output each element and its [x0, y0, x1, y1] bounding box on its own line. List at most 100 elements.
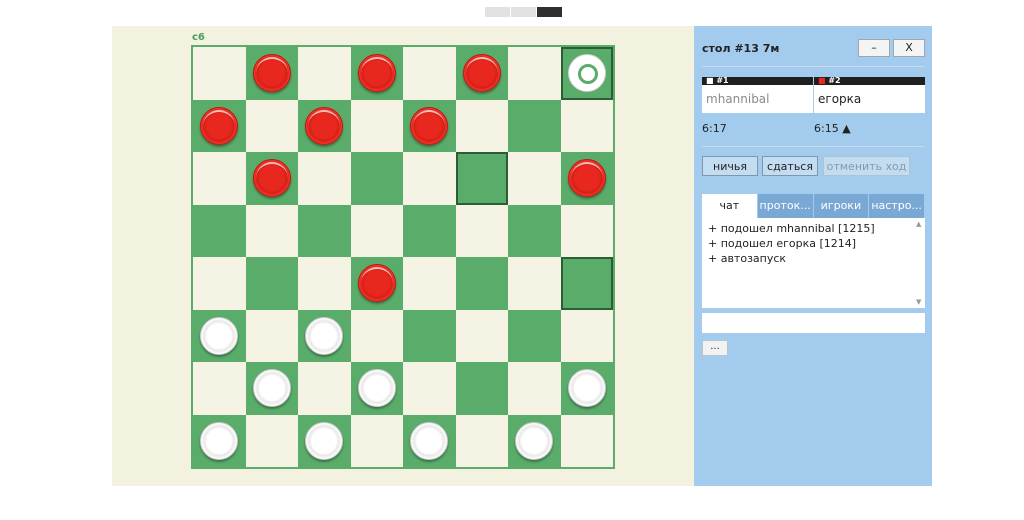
- board-square[interactable]: [193, 309, 246, 362]
- red-checker-piece[interactable]: [567, 159, 606, 197]
- close-button[interactable]: X: [893, 39, 925, 57]
- draw-button[interactable]: ничья: [702, 156, 758, 176]
- chat-scrollbar[interactable]: ▲ ▼: [915, 218, 925, 308]
- board-square[interactable]: [245, 362, 298, 415]
- board-square[interactable]: [350, 152, 403, 205]
- red-checker-piece[interactable]: [200, 106, 238, 145]
- board-square[interactable]: [350, 204, 403, 257]
- board-square[interactable]: [298, 204, 351, 257]
- white-checker-piece[interactable]: [305, 316, 343, 355]
- board-square[interactable]: [298, 257, 351, 310]
- board-square[interactable]: [403, 47, 456, 100]
- board-square[interactable]: [508, 257, 561, 310]
- board-square[interactable]: [193, 257, 246, 310]
- tab-protocol[interactable]: проток...: [757, 194, 814, 218]
- player-2-card[interactable]: ■ #2 егорка: [814, 77, 925, 113]
- board-square[interactable]: [298, 362, 351, 415]
- board-square[interactable]: [560, 204, 613, 257]
- board-square[interactable]: [193, 204, 246, 257]
- board-square[interactable]: [455, 309, 508, 362]
- board-square[interactable]: [403, 309, 456, 362]
- board-square[interactable]: [560, 414, 613, 467]
- board-square[interactable]: [508, 204, 561, 257]
- board-square[interactable]: [350, 47, 403, 100]
- board-square[interactable]: [403, 257, 456, 310]
- board-square[interactable]: [560, 309, 613, 362]
- board-square[interactable]: [350, 309, 403, 362]
- board-square[interactable]: [350, 99, 403, 152]
- board-square[interactable]: [455, 362, 508, 415]
- board-square[interactable]: [508, 309, 561, 362]
- chat-input[interactable]: [702, 313, 925, 333]
- red-checker-piece[interactable]: [357, 54, 396, 92]
- board-square[interactable]: [193, 414, 246, 467]
- tab-chat[interactable]: чат: [702, 194, 758, 218]
- board-square[interactable]: [245, 47, 298, 100]
- board-square[interactable]: [560, 257, 613, 310]
- board-square[interactable]: [350, 257, 403, 310]
- board-square[interactable]: [350, 414, 403, 467]
- white-checker-piece[interactable]: [567, 369, 606, 407]
- undo-move-button[interactable]: отменить ход: [823, 156, 910, 176]
- board-square[interactable]: [193, 362, 246, 415]
- white-checker-piece[interactable]: [200, 316, 238, 355]
- board-square[interactable]: [403, 152, 456, 205]
- board-square[interactable]: [508, 152, 561, 205]
- move-target-marker[interactable]: [567, 54, 606, 92]
- scroll-up-icon[interactable]: ▲: [916, 220, 921, 228]
- board-square[interactable]: [508, 414, 561, 467]
- more-button[interactable]: ...: [702, 340, 728, 356]
- board-square[interactable]: [455, 152, 508, 205]
- board-square[interactable]: [508, 99, 561, 152]
- board-square[interactable]: [245, 152, 298, 205]
- board-square[interactable]: [298, 309, 351, 362]
- board-square[interactable]: [455, 47, 508, 100]
- board-square[interactable]: [560, 99, 613, 152]
- board-square[interactable]: [298, 47, 351, 100]
- board-square[interactable]: [245, 99, 298, 152]
- red-checker-piece[interactable]: [357, 264, 396, 302]
- white-checker-piece[interactable]: [515, 421, 553, 460]
- board-square[interactable]: [193, 152, 246, 205]
- board-square[interactable]: [245, 309, 298, 362]
- white-checker-piece[interactable]: [357, 369, 396, 407]
- board-square[interactable]: [193, 99, 246, 152]
- top-control-2[interactable]: [511, 7, 536, 17]
- tab-players[interactable]: игроки: [813, 194, 870, 218]
- board-square[interactable]: [508, 47, 561, 100]
- board-square[interactable]: [403, 362, 456, 415]
- checkers-board[interactable]: [191, 45, 615, 469]
- board-square[interactable]: [350, 362, 403, 415]
- board-square[interactable]: [403, 414, 456, 467]
- resign-button[interactable]: сдаться: [762, 156, 818, 176]
- board-square[interactable]: [298, 414, 351, 467]
- white-checker-piece[interactable]: [305, 421, 343, 460]
- board-square[interactable]: [455, 99, 508, 152]
- board-square[interactable]: [245, 204, 298, 257]
- chat-log[interactable]: + подошел mhannibal [1215] + подошел его…: [702, 218, 925, 308]
- red-checker-piece[interactable]: [462, 54, 501, 92]
- board-square[interactable]: [245, 257, 298, 310]
- player-1-card[interactable]: ■ #1 mhannibal: [702, 77, 813, 113]
- scroll-down-icon[interactable]: ▼: [916, 298, 921, 306]
- red-checker-piece[interactable]: [305, 106, 343, 145]
- board-square[interactable]: [298, 99, 351, 152]
- white-checker-piece[interactable]: [200, 421, 238, 460]
- red-checker-piece[interactable]: [252, 54, 291, 92]
- board-square[interactable]: [508, 362, 561, 415]
- board-square[interactable]: [560, 47, 613, 100]
- red-checker-piece[interactable]: [252, 159, 291, 197]
- board-square[interactable]: [403, 204, 456, 257]
- top-control-3[interactable]: [537, 7, 562, 17]
- red-checker-piece[interactable]: [410, 106, 448, 145]
- board-square[interactable]: [193, 47, 246, 100]
- top-control-1[interactable]: [485, 7, 510, 17]
- tab-settings[interactable]: настро...: [869, 194, 925, 218]
- board-square[interactable]: [298, 152, 351, 205]
- board-square[interactable]: [455, 414, 508, 467]
- board-square[interactable]: [455, 204, 508, 257]
- board-square[interactable]: [560, 152, 613, 205]
- board-square[interactable]: [560, 362, 613, 415]
- board-square[interactable]: [455, 257, 508, 310]
- board-square[interactable]: [403, 99, 456, 152]
